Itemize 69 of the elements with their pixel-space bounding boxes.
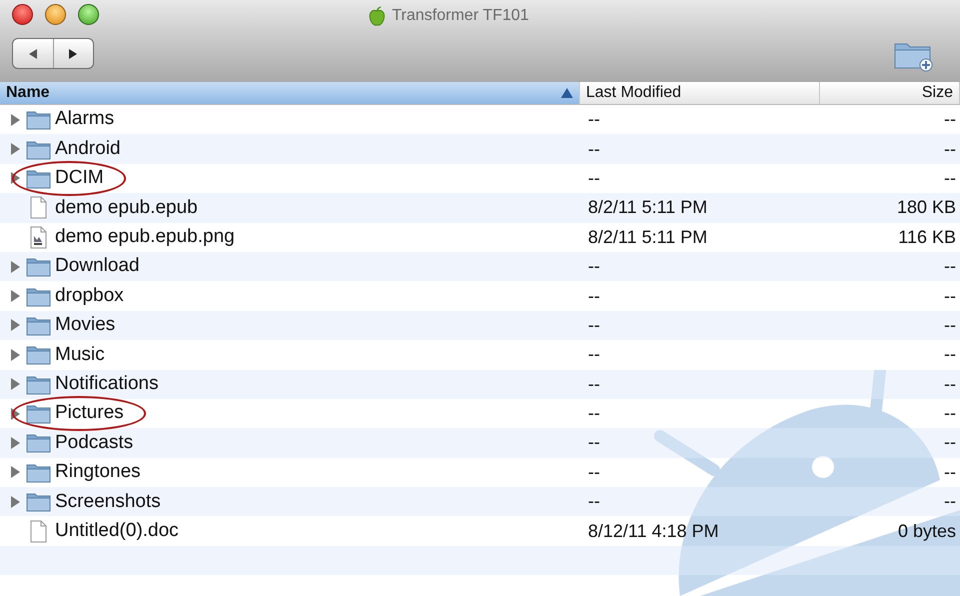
modified-date: -- [588, 403, 600, 424]
disclosure-triangle-icon[interactable] [10, 408, 20, 420]
modified-date: 8/12/11 4:18 PM [588, 520, 719, 541]
disclosure-triangle-icon[interactable] [10, 436, 20, 449]
modified-date: 8/2/11 5:11 PM [588, 226, 708, 247]
file-name[interactable]: Music [55, 340, 105, 370]
disclosure-triangle-icon[interactable] [10, 290, 20, 302]
modified-date: -- [588, 491, 600, 512]
modified-date: -- [588, 138, 600, 159]
disclosure-triangle-icon[interactable] [10, 172, 20, 184]
modified-date: -- [588, 314, 600, 335]
disclosure-triangle-icon[interactable] [10, 348, 20, 361]
file-size: -- [944, 286, 956, 306]
file-size: -- [944, 344, 956, 364]
back-arrow-icon [26, 48, 39, 60]
zoom-button[interactable] [78, 4, 99, 25]
disclosure-triangle-icon[interactable] [10, 466, 20, 478]
file-size: -- [944, 109, 956, 130]
close-button[interactable] [12, 4, 33, 25]
modified-date: -- [588, 168, 600, 188]
modified-date: -- [588, 374, 600, 394]
disclosure-triangle-icon[interactable] [10, 114, 20, 126]
file-size: -- [944, 403, 956, 424]
file-size: -- [944, 138, 956, 159]
file-size: -- [944, 168, 956, 188]
file-size: -- [944, 314, 956, 335]
file-name[interactable]: Download [55, 252, 140, 281]
file-name[interactable]: Podcasts [55, 428, 134, 458]
file-name[interactable]: demo epub.epub.png [55, 223, 235, 252]
modified-date: 8/2/11 5:11 PM [588, 197, 708, 218]
disclosure-triangle-icon[interactable] [10, 378, 20, 390]
modified-date: -- [588, 432, 600, 452]
modified-date: -- [588, 344, 600, 364]
file-name[interactable]: Screenshots [55, 488, 161, 516]
file-size: -- [944, 491, 956, 512]
file-size: -- [944, 462, 956, 482]
modified-date: -- [588, 286, 600, 306]
back-forward-button[interactable] [12, 38, 94, 69]
file-name[interactable]: Android [55, 134, 120, 164]
apple-icon [368, 6, 386, 26]
modified-date: -- [588, 462, 600, 482]
disclosure-triangle-icon[interactable] [10, 260, 20, 273]
file-name[interactable]: Alarms [55, 105, 114, 134]
file-name[interactable]: Ringtones [55, 458, 141, 487]
file-size: 0 bytes [898, 520, 956, 541]
forward-arrow-icon [67, 48, 80, 60]
file-size: -- [944, 432, 956, 452]
disclosure-triangle-icon[interactable] [10, 319, 20, 332]
file-name[interactable]: DCIM [55, 164, 104, 193]
file-size: -- [944, 374, 956, 394]
modified-date: -- [588, 109, 600, 130]
column-header[interactable]: Name [0, 82, 580, 104]
file-name[interactable]: dropbox [55, 282, 124, 310]
modified-date: -- [588, 256, 600, 276]
disclosure-triangle-icon[interactable] [10, 143, 20, 156]
window-title: Transformer TF101 [392, 6, 529, 26]
file-name[interactable]: Movies [55, 311, 116, 340]
file-name[interactable]: Untitled(0).doc [55, 516, 179, 546]
file-size: 116 KB [898, 226, 956, 247]
file-size: -- [944, 256, 956, 276]
file-size: 180 KB [896, 197, 956, 218]
minimize-button[interactable] [45, 4, 66, 25]
file-name[interactable]: Notifications [55, 370, 158, 398]
sort-ascending-icon [561, 88, 573, 98]
file-name[interactable]: demo epub.epub [55, 194, 198, 222]
column-header[interactable]: Size [820, 82, 960, 104]
file-name[interactable]: Pictures [55, 399, 124, 428]
column-header[interactable]: Last Modified [580, 82, 820, 104]
disclosure-triangle-icon[interactable] [10, 496, 20, 508]
